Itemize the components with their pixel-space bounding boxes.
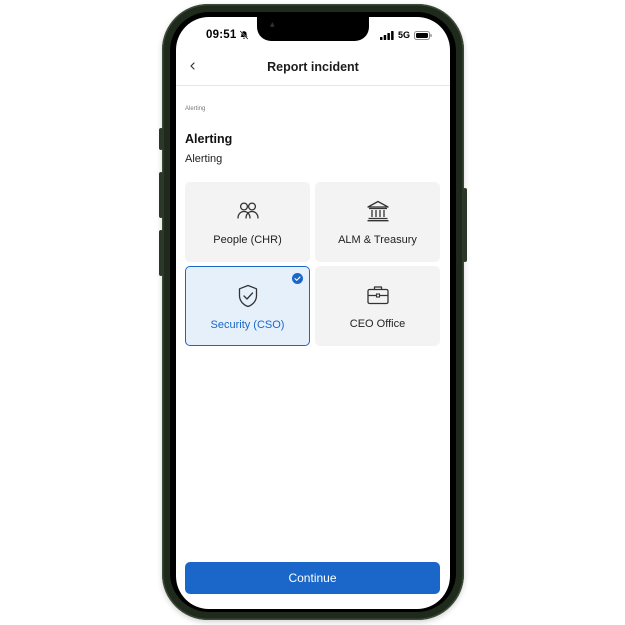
option-card-alm-treasury[interactable]: ALM & Treasury <box>315 182 440 262</box>
phone-screen: ▲ 09:51 5G Report incident Alerting Aler… <box>176 17 450 609</box>
option-card-security[interactable]: Security (CSO) <box>185 266 310 346</box>
option-label: Security (CSO) <box>210 319 285 331</box>
option-card-ceo-office[interactable]: CEO Office <box>315 266 440 346</box>
battery-icon <box>414 30 432 40</box>
bell-muted-icon <box>239 30 249 40</box>
option-label: ALM & Treasury <box>338 234 417 246</box>
option-label: CEO Office <box>349 318 406 330</box>
nav-bar: Report incident <box>176 57 450 86</box>
option-card-people[interactable]: People (CHR) <box>185 182 310 262</box>
status-right: 5G <box>379 30 432 40</box>
network-label: 5G <box>397 30 410 40</box>
volume-up-button <box>159 172 163 218</box>
briefcase-icon <box>366 286 389 305</box>
breadcrumb: Alerting <box>185 106 206 112</box>
people-icon <box>236 202 259 219</box>
option-label: People (CHR) <box>213 234 282 246</box>
status-time: 09:51 <box>206 29 237 41</box>
bank-icon <box>366 200 389 222</box>
continue-button[interactable]: Continue <box>185 562 440 594</box>
stage: ▲ 09:51 5G Report incident Alerting Aler… <box>0 0 625 625</box>
shield-check-icon <box>238 284 257 308</box>
camera-indicator-icon: ▲ <box>270 21 275 28</box>
mute-switch <box>159 128 163 150</box>
section-title: Alerting <box>185 132 233 146</box>
page-title: Report incident <box>267 60 359 74</box>
power-button <box>463 188 467 262</box>
signal-icon <box>379 30 394 40</box>
check-badge-icon <box>292 273 303 284</box>
section-subtitle: Alerting <box>185 153 223 165</box>
notch: ▲ <box>257 17 369 41</box>
volume-down-button <box>159 230 163 276</box>
